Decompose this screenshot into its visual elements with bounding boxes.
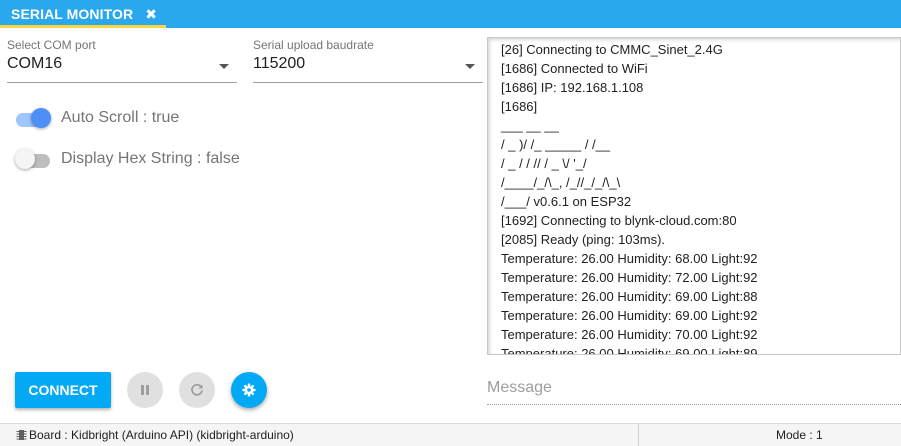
status-bar: Board : Kidbright (Arduino API) (kidbrig… [0, 423, 901, 446]
tab-serial-monitor[interactable]: SERIAL MONITOR ✖ [0, 0, 166, 28]
console-line: [1686] Connected to WiFi [501, 61, 648, 76]
com-port-label: Select COM port [7, 38, 96, 52]
console-line: /___/ v0.6.1 on ESP32 [501, 194, 632, 209]
console-line: Temperature: 26.00 Humidity: 69.00 Light… [501, 289, 758, 304]
refresh-icon [191, 383, 203, 396]
baudrate-label: Serial upload baudrate [253, 38, 374, 52]
console-line: [1692] Connecting to blynk-cloud.com:80 [501, 213, 737, 228]
message-field[interactable] [487, 379, 901, 405]
com-port-select[interactable]: Select COM port COM16 [7, 38, 237, 84]
console-lines: [26] Connecting to CMMC_Sinet_2.4G [1686… [501, 40, 900, 355]
close-icon[interactable]: ✖ [145, 7, 157, 21]
refresh-button[interactable] [179, 372, 215, 408]
auto-scroll-label: Auto Scroll : true [61, 109, 180, 126]
baudrate-select[interactable]: Serial upload baudrate 115200 [253, 38, 483, 84]
baudrate-value: 115200 [253, 55, 306, 72]
console-line: [26] Connecting to CMMC_Sinet_2.4G [501, 42, 723, 57]
display-hex-label: Display Hex String : false [61, 150, 240, 167]
tab-bar: SERIAL MONITOR ✖ [0, 0, 901, 28]
settings-button[interactable] [231, 372, 267, 408]
console-line: ___ __ __ [501, 118, 559, 133]
console-line: / _ / / // / _ \/ '_/ [501, 156, 587, 171]
console-line: [2085] Ready (ping: 103ms). [501, 232, 666, 247]
chip-icon [16, 430, 27, 440]
console-line: Temperature: 26.00 Humidity: 68.00 Light… [501, 251, 758, 266]
console-line: Temperature: 26.00 Humidity: 70.00 Light… [501, 327, 758, 342]
tab-active-indicator [0, 25, 166, 28]
baudrate-underline [253, 82, 483, 83]
display-hex-toggle[interactable]: Display Hex String : false [15, 149, 246, 173]
message-input[interactable] [487, 379, 901, 397]
message-underline [487, 404, 901, 405]
console-line: [1686] [501, 99, 538, 114]
toggle-knob[interactable] [31, 108, 51, 128]
tab-title: SERIAL MONITOR [11, 6, 134, 22]
com-port-underline [7, 82, 237, 83]
mode-label: Mode : 1 [776, 428, 823, 442]
console-line: Temperature: 26.00 Humidity: 69.00 Light… [501, 346, 758, 355]
board-label: Board : Kidbright (Arduino API) (kidbrig… [29, 428, 294, 442]
com-port-value: COM16 [7, 55, 63, 72]
pause-button[interactable] [127, 372, 163, 408]
pause-icon [141, 385, 149, 395]
console-line: Temperature: 26.00 Humidity: 69.00 Light… [501, 308, 758, 323]
console-line: /____/_/\_, /_//_/_/\_\ [501, 175, 621, 190]
dropdown-arrow-icon[interactable] [465, 64, 475, 69]
console-line: / _ )/ /_ _____ / /__ [501, 137, 611, 152]
board-status: Board : Kidbright (Arduino API) (kidbrig… [16, 428, 294, 442]
auto-scroll-toggle[interactable]: Auto Scroll : true [16, 108, 246, 132]
toggle-knob[interactable] [15, 149, 35, 169]
status-divider [638, 424, 639, 446]
serial-console[interactable]: [26] Connecting to CMMC_Sinet_2.4G [1686… [487, 37, 901, 355]
connect-button[interactable]: CONNECT [15, 372, 111, 408]
console-line: Temperature: 26.00 Humidity: 72.00 Light… [501, 270, 758, 285]
console-line: [1686] IP: 192.168.1.108 [501, 80, 644, 95]
dropdown-arrow-icon[interactable] [219, 64, 229, 69]
gear-icon [242, 383, 256, 397]
